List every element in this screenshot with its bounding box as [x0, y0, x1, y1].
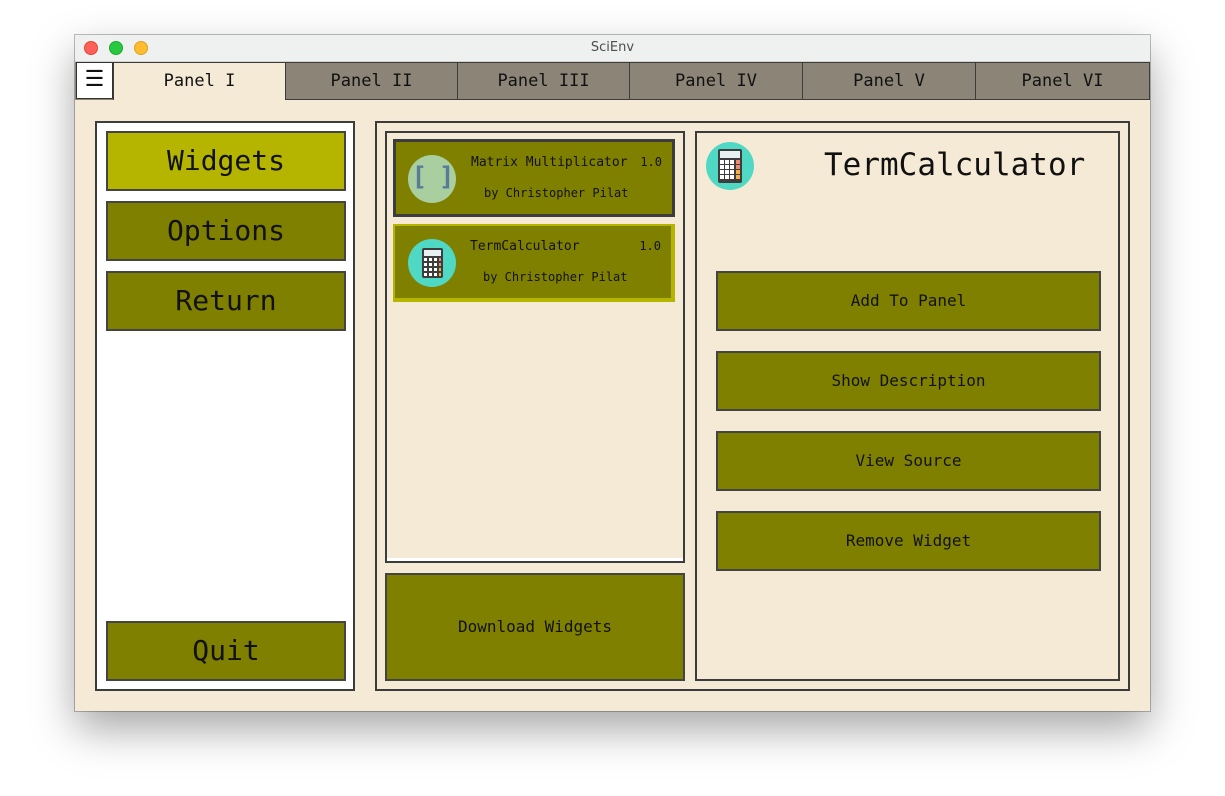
widget-list: [ ] Matrix Multiplicator 1.0 by Christop…: [385, 131, 685, 563]
widgets-button[interactable]: Widgets: [106, 131, 346, 191]
widget-name: TermCalculator: [470, 239, 580, 254]
widget-version: 1.0: [640, 155, 662, 169]
add-to-panel-button[interactable]: Add To Panel: [716, 271, 1101, 331]
tab-panel-5[interactable]: Panel V: [802, 62, 976, 100]
quit-button[interactable]: Quit: [106, 621, 346, 681]
widget-item-termcalculator[interactable]: TermCalculator 1.0 by Christopher Pilat: [393, 224, 675, 302]
widgets-panel: [ ] Matrix Multiplicator 1.0 by Christop…: [375, 121, 1130, 691]
widget-detail-panel: TermCalculator Add To Panel Show Descrip…: [695, 131, 1120, 681]
tab-panel-1[interactable]: Panel I: [113, 62, 286, 100]
matrix-brackets-icon: [ ]: [408, 155, 456, 203]
calculator-icon: [706, 142, 754, 190]
view-source-button[interactable]: View Source: [716, 431, 1101, 491]
widget-name: Matrix Multiplicator: [471, 155, 628, 170]
calculator-icon: [408, 239, 456, 287]
widget-item-matrix-multiplicator[interactable]: [ ] Matrix Multiplicator 1.0 by Christop…: [393, 139, 675, 217]
tab-panel-2[interactable]: Panel II: [285, 62, 458, 100]
download-widgets-button[interactable]: Download Widgets: [385, 573, 685, 681]
options-button[interactable]: Options: [106, 201, 346, 261]
hamburger-menu-icon[interactable]: ☰: [76, 62, 113, 99]
matrix-brackets-icon-glyph: [ ]: [411, 162, 455, 192]
tab-panel-6[interactable]: Panel VI: [975, 62, 1150, 100]
widget-author: by Christopher Pilat: [483, 270, 628, 284]
window-title: SciEnv: [590, 40, 635, 55]
tab-panel-4[interactable]: Panel IV: [629, 62, 803, 100]
nav-panel: Widgets Options Return Quit: [95, 121, 355, 691]
widget-detail-title: TermCalculator: [824, 147, 1086, 183]
return-button[interactable]: Return: [106, 271, 346, 331]
widget-author: by Christopher Pilat: [484, 186, 629, 200]
show-description-button[interactable]: Show Description: [716, 351, 1101, 411]
widget-version: 1.0: [639, 239, 661, 253]
title-bar: SciEnv: [75, 35, 1150, 62]
tab-panel-3[interactable]: Panel III: [457, 62, 630, 100]
remove-widget-button[interactable]: Remove Widget: [716, 511, 1101, 571]
tab-bar: ☰ Panel I Panel II Panel III Panel IV Pa…: [75, 62, 1150, 100]
app-window: SciEnv ☰ Panel I Panel II Panel III Pane…: [75, 35, 1150, 711]
